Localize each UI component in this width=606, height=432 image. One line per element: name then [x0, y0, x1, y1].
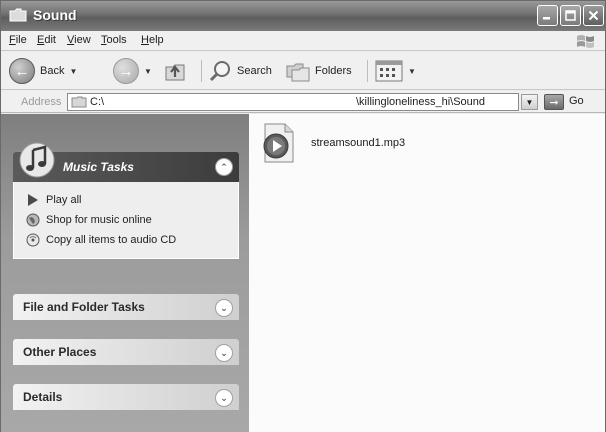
go-label[interactable]: Go [569, 95, 584, 107]
forward-arrow-icon: → [113, 58, 139, 84]
task-play-all-label: Play all [46, 194, 82, 206]
menu-file-rest: ile [15, 34, 27, 46]
title-bar[interactable]: Sound [1, 1, 605, 31]
go-arrow-icon: ➞ [549, 96, 559, 109]
menu-file[interactable]: File [9, 34, 27, 46]
menu-edit-rest: dit [44, 34, 56, 46]
up-folder-icon [165, 64, 185, 81]
task-shop-music-label: Shop for music online [46, 214, 152, 226]
views-button[interactable]: ▼ [375, 56, 416, 86]
up-folder-button[interactable] [163, 56, 189, 86]
explorer-window: Sound File Edit View Tools Help ← Back ▼ [0, 0, 606, 432]
file-folder-tasks-header[interactable]: File and Folder Tasks ⌄ [13, 294, 239, 320]
menu-help-rest: elp [148, 34, 164, 46]
details-panel: Details ⌄ [13, 384, 239, 410]
task-play-all[interactable]: Play all [26, 190, 228, 210]
file-folder-tasks-title: File and Folder Tasks [23, 300, 145, 314]
task-pane: Music Tasks ⌃ Play all Shop for music on… [1, 114, 249, 432]
file-list: streamsound1.mp3 [249, 114, 605, 432]
music-tasks-panel: Music Tasks ⌃ Play all Shop for music on… [13, 142, 239, 259]
minimize-icon [543, 17, 550, 20]
menu-tools-rest: ools [106, 34, 127, 46]
search-icon [209, 61, 230, 82]
expand-icon[interactable]: ⌄ [215, 344, 233, 362]
file-folder-tasks-panel: File and Folder Tasks ⌄ [13, 294, 239, 320]
play-icon [28, 194, 38, 206]
details-header[interactable]: Details ⌄ [13, 384, 239, 410]
address-path: \killingloneliness_hi\Sound [356, 96, 486, 108]
back-arrow-icon: ← [9, 58, 35, 84]
folders-button[interactable]: Folders [285, 56, 352, 86]
views-dropdown-icon[interactable]: ▼ [408, 67, 416, 76]
menu-tools[interactable]: Tools [101, 34, 127, 46]
cd-copy-icon [26, 233, 40, 247]
task-copy-cd-label: Copy all items to audio CD [46, 234, 177, 246]
expand-icon[interactable]: ⌄ [215, 389, 233, 407]
folders-icon [286, 63, 310, 82]
toolbar-separator [367, 60, 368, 82]
details-title: Details [23, 390, 63, 404]
views-icon [375, 60, 403, 82]
address-drive: C:\ [90, 96, 105, 108]
other-places-panel: Other Places ⌄ [13, 339, 239, 365]
media-file-icon [263, 123, 294, 163]
task-shop-music[interactable]: Shop for music online [26, 210, 228, 230]
address-dropdown-button[interactable]: ▼ [521, 94, 538, 110]
folder-icon [71, 96, 87, 108]
toolbar-separator [201, 60, 202, 82]
globe-icon [26, 213, 40, 227]
music-tasks-title: Music Tasks [63, 160, 134, 174]
menu-file-key: F [9, 34, 16, 46]
minimize-button[interactable] [537, 5, 558, 26]
folders-label: Folders [315, 65, 352, 77]
menu-edit[interactable]: Edit [37, 34, 56, 46]
menu-view-rest: iew [74, 34, 91, 46]
menu-help[interactable]: Help [141, 34, 164, 46]
close-button[interactable] [583, 5, 604, 26]
file-name: streamsound1.mp3 [311, 137, 406, 149]
close-icon [588, 10, 599, 21]
address-bar: Address C:\ \killingloneliness_hi\Sound … [1, 91, 605, 113]
chevron-down-icon: ▼ [525, 97, 534, 107]
address-input[interactable]: C:\ \killingloneliness_hi\Sound [67, 93, 519, 111]
music-tasks-header[interactable]: Music Tasks ⌃ [13, 142, 239, 182]
back-dropdown-icon[interactable]: ▼ [69, 67, 77, 76]
music-note-icon [19, 142, 55, 178]
maximize-button[interactable] [560, 5, 581, 26]
back-button[interactable]: ← Back ▼ [9, 56, 77, 86]
folder-icon [9, 8, 27, 22]
expand-icon[interactable]: ⌄ [215, 299, 233, 317]
search-button[interactable]: Search [209, 56, 272, 86]
menu-view[interactable]: View [67, 34, 91, 46]
back-label: Back [40, 65, 65, 77]
windows-flag-icon [577, 35, 594, 48]
address-label: Address [21, 96, 62, 108]
collapse-icon[interactable]: ⌃ [215, 158, 233, 176]
maximize-icon [565, 10, 576, 21]
other-places-header[interactable]: Other Places ⌄ [13, 339, 239, 365]
menu-help-key: H [141, 34, 149, 46]
file-item[interactable]: streamsound1.mp3 [259, 122, 559, 166]
search-label: Search [237, 65, 272, 77]
forward-dropdown-icon[interactable]: ▼ [144, 67, 152, 76]
toolbar: ← Back ▼ → ▼ Search Folders ▼ [1, 52, 605, 90]
other-places-title: Other Places [23, 345, 97, 359]
music-tasks-body: Play all Shop for music online Copy all … [13, 182, 239, 259]
go-button[interactable]: ➞ [544, 94, 564, 110]
forward-button[interactable]: → ▼ [113, 56, 152, 86]
menu-bar: File Edit View Tools Help [1, 31, 605, 51]
task-copy-cd[interactable]: Copy all items to audio CD [26, 230, 228, 250]
window-title: Sound [33, 7, 77, 23]
